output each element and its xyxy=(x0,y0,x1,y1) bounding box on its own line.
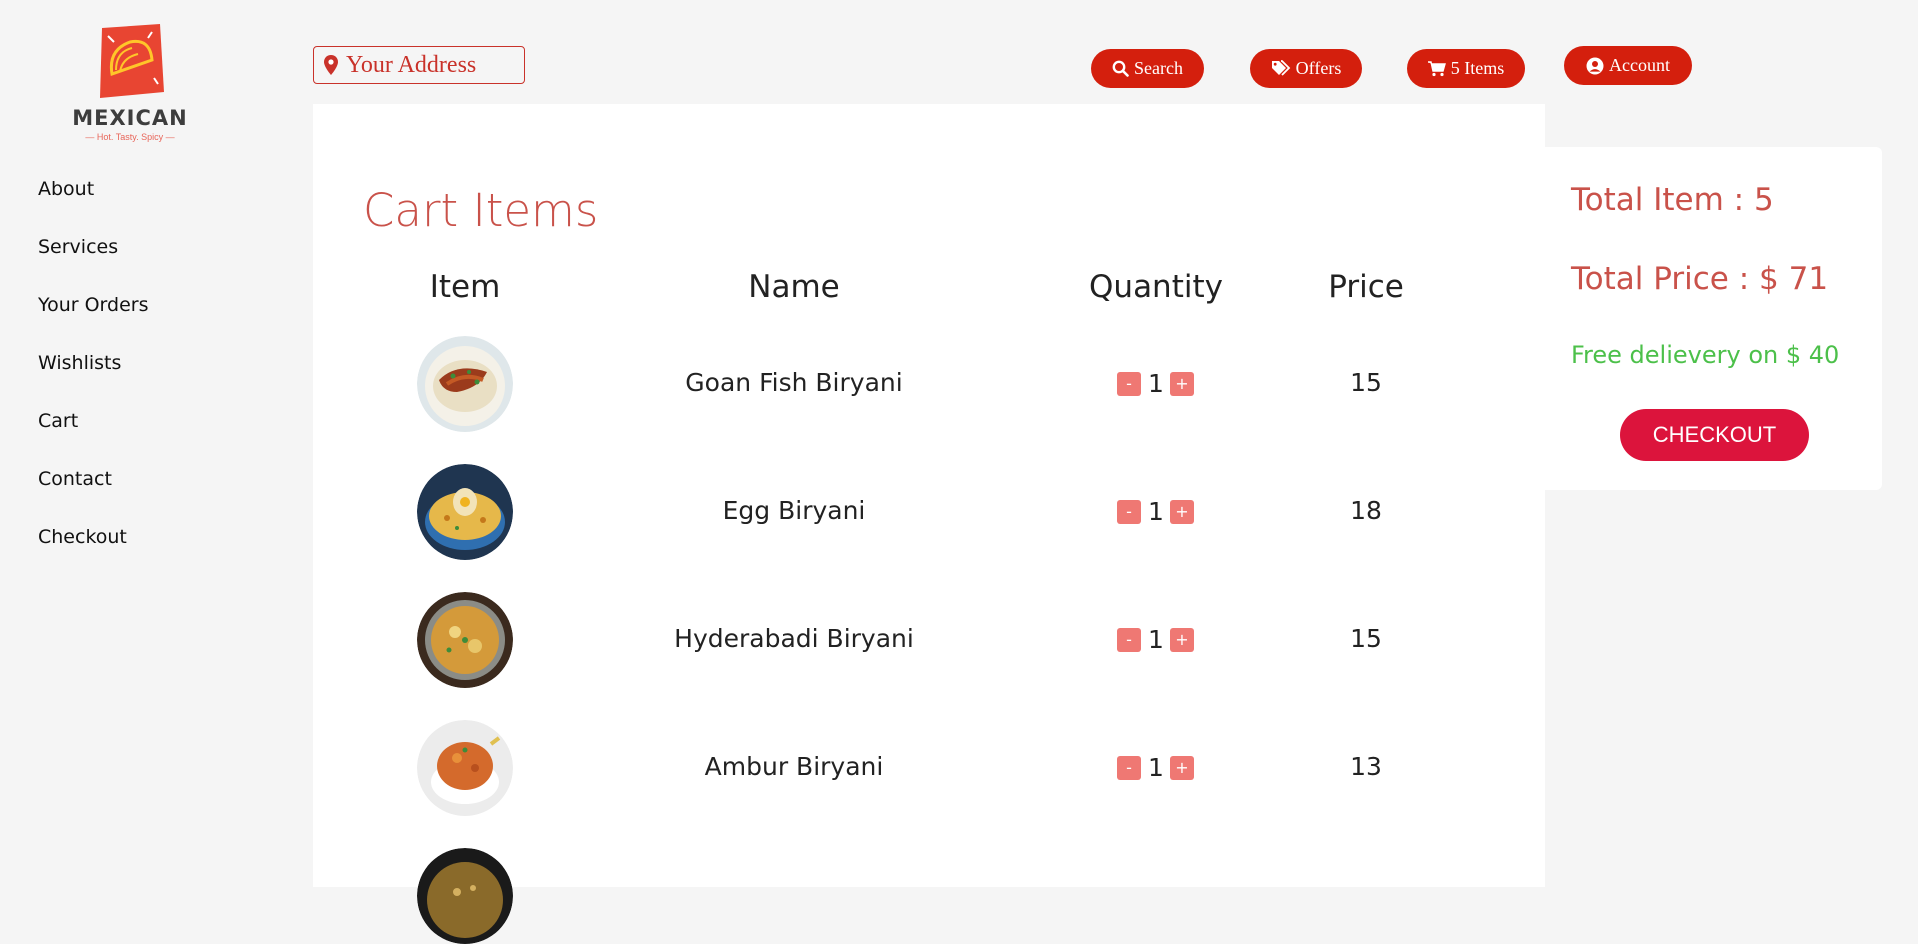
cart-row xyxy=(313,848,1545,944)
sidebar-item-cart[interactable]: Cart xyxy=(38,408,149,466)
column-header-item: Item xyxy=(429,269,501,305)
column-header-name: Name xyxy=(748,269,840,305)
quantity-stepper: - 1 + xyxy=(1117,369,1194,398)
order-summary: Total Item : 5 Total Price : $ 71 Free d… xyxy=(1545,147,1882,490)
search-icon xyxy=(1112,60,1129,77)
item-price: 15 xyxy=(1350,368,1382,397)
sidebar-item-your-orders[interactable]: Your Orders xyxy=(38,292,149,350)
search-label: Search xyxy=(1134,58,1183,78)
quantity-stepper: - 1 + xyxy=(1117,625,1194,654)
total-price: Total Price : $ 71 xyxy=(1571,261,1829,297)
decrease-quantity-button[interactable]: - xyxy=(1117,627,1141,652)
item-price: 18 xyxy=(1350,496,1382,525)
column-header-quantity: Quantity xyxy=(1089,269,1223,305)
item-price: 13 xyxy=(1350,752,1382,781)
decrease-quantity-button[interactable]: - xyxy=(1117,371,1141,396)
taco-logo-icon xyxy=(100,24,164,98)
address-label: Your Address xyxy=(346,51,477,78)
cart-row: Egg Biryani - 1 + 18 xyxy=(313,464,1545,560)
free-delivery-note: Free delievery on $ 40 xyxy=(1571,341,1840,369)
quantity-value: 1 xyxy=(1148,625,1164,654)
logo-tagline: — Hot. Tasty. Spicy — xyxy=(85,132,175,142)
decrease-quantity-button[interactable]: - xyxy=(1117,499,1141,524)
tags-icon xyxy=(1271,60,1290,76)
sidebar-item-about[interactable]: About xyxy=(38,176,149,234)
decrease-quantity-button[interactable]: - xyxy=(1117,755,1141,780)
account-label: Account xyxy=(1609,55,1670,75)
sidebar-nav: About Services Your Orders Wishlists Car… xyxy=(38,176,149,582)
item-name: Hyderabadi Biryani xyxy=(674,624,914,653)
offers-button[interactable]: Offers xyxy=(1250,49,1362,88)
quantity-value: 1 xyxy=(1148,369,1164,398)
increase-quantity-button[interactable]: + xyxy=(1170,627,1194,652)
sidebar-item-services[interactable]: Services xyxy=(38,234,149,292)
sidebar-item-contact[interactable]: Contact xyxy=(38,466,149,524)
quantity-value: 1 xyxy=(1148,497,1164,526)
brand-logo[interactable]: MEXICAN — Hot. Tasty. Spicy — xyxy=(70,18,190,146)
offers-label: Offers xyxy=(1295,58,1342,78)
food-image-hyderabadi-biryani xyxy=(417,592,513,688)
logo-wordmark: MEXICAN xyxy=(72,106,188,130)
item-name: Goan Fish Biryani xyxy=(685,368,903,397)
page-title: Cart Items xyxy=(363,184,599,237)
cart-row: Hyderabadi Biryani - 1 + 15 xyxy=(313,592,1545,688)
quantity-value: 1 xyxy=(1148,753,1164,782)
quantity-stepper: - 1 + xyxy=(1117,497,1194,526)
increase-quantity-button[interactable]: + xyxy=(1170,499,1194,524)
food-image-ambur-biryani xyxy=(417,720,513,816)
increase-quantity-button[interactable]: + xyxy=(1170,371,1194,396)
shopping-cart-icon xyxy=(1427,60,1446,76)
item-price: 15 xyxy=(1350,624,1382,653)
item-name: Egg Biryani xyxy=(722,496,866,525)
cart-button[interactable]: 5 Items xyxy=(1407,49,1525,88)
map-marker-icon xyxy=(324,55,338,75)
food-image-egg-biryani xyxy=(417,464,513,560)
quantity-stepper: - 1 + xyxy=(1117,753,1194,782)
item-name: Ambur Biryani xyxy=(704,752,884,781)
account-button[interactable]: Account xyxy=(1564,46,1692,85)
column-header-price: Price xyxy=(1328,269,1404,305)
increase-quantity-button[interactable]: + xyxy=(1170,755,1194,780)
cart-row: Goan Fish Biryani - 1 + 15 xyxy=(313,336,1545,432)
total-item-count: Total Item : 5 xyxy=(1571,182,1774,218)
sidebar-item-wishlists[interactable]: Wishlists xyxy=(38,350,149,408)
checkout-button[interactable]: CHECKOUT xyxy=(1620,409,1809,461)
user-circle-icon xyxy=(1586,57,1604,74)
food-image-biryani xyxy=(417,848,513,944)
food-image-goan-fish-biryani xyxy=(417,336,513,432)
cart-count-label: 5 Items xyxy=(1450,58,1505,78)
sidebar-item-checkout[interactable]: Checkout xyxy=(38,524,149,582)
address-field[interactable]: Your Address xyxy=(313,46,525,84)
cart-row: Ambur Biryani - 1 + 13 xyxy=(313,720,1545,816)
cart-panel: Cart Items Item Name Quantity Price Goan… xyxy=(313,104,1545,944)
search-button[interactable]: Search xyxy=(1091,49,1204,88)
